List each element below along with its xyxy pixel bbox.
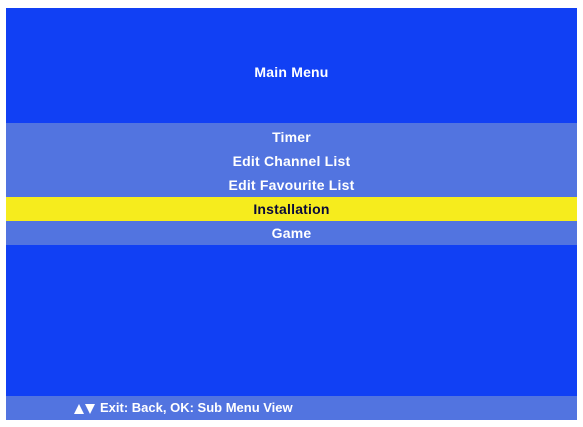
menu-item-timer[interactable]: Timer [6,125,577,149]
tv-screen: Main Menu Timer Edit Channel List Edit F… [6,8,577,420]
up-arrow-icon [74,404,95,415]
down-arrow-icon [85,404,95,415]
footer-bar: Exit: Back, OK: Sub Menu View [6,396,577,420]
page-title: Main Menu [254,64,329,80]
footer-hint-text: Exit: Back, OK: Sub Menu View [100,400,293,415]
up-down-arrows [74,397,96,420]
menu-item-game[interactable]: Game [6,221,577,245]
menu-item-edit-channel-list[interactable]: Edit Channel List [6,149,577,173]
main-menu-list: Timer Edit Channel List Edit Favourite L… [6,123,577,245]
footer-hint-group: Exit: Back, OK: Sub Menu View [74,396,293,420]
menu-item-installation[interactable]: Installation [6,197,577,221]
menu-item-edit-favourite-list[interactable]: Edit Favourite List [6,173,577,197]
